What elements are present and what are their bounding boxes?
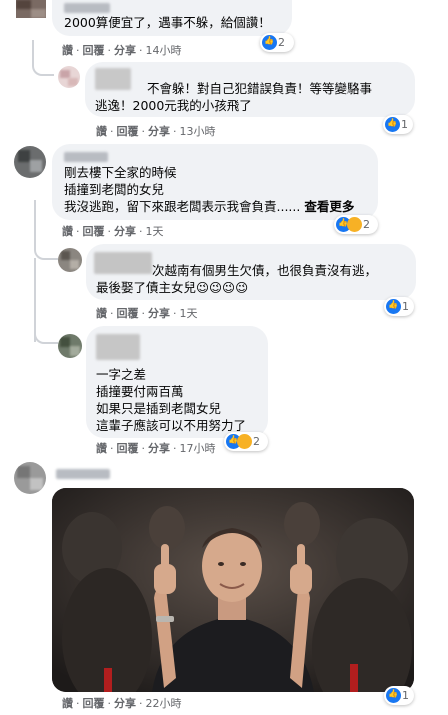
share-button[interactable]: 分享 bbox=[148, 442, 170, 455]
comment-text: 最後娶了債主女兒😉😉😉😉 bbox=[96, 280, 249, 295]
like-button[interactable]: 讚 bbox=[96, 307, 107, 320]
reply-button[interactable]: 回覆 bbox=[83, 44, 105, 57]
like-reaction-icon bbox=[385, 117, 400, 132]
comment-text: 插撞到老闆的女兒 bbox=[64, 182, 165, 197]
commenter-name[interactable] bbox=[64, 151, 108, 163]
reaction-count: 1 bbox=[402, 300, 409, 313]
reaction-summary[interactable]: 2 bbox=[260, 33, 294, 52]
timestamp[interactable]: 1天 bbox=[146, 225, 164, 238]
like-button[interactable]: 讚 bbox=[62, 44, 73, 57]
haha-reaction-icon bbox=[347, 217, 362, 232]
comment-actions: 讚 · 回覆 · 分享 · 17小時 bbox=[96, 442, 216, 455]
reply-button[interactable]: 回覆 bbox=[117, 442, 139, 455]
share-button[interactable]: 分享 bbox=[114, 697, 136, 710]
reply-button[interactable]: 回覆 bbox=[83, 225, 105, 238]
reaction-summary[interactable]: 2 bbox=[224, 432, 268, 451]
timestamp[interactable]: 22小時 bbox=[146, 697, 182, 710]
share-button[interactable]: 分享 bbox=[114, 44, 136, 57]
comment-actions: 讚 · 回覆 · 分享 · 13小時 bbox=[96, 125, 216, 138]
like-reaction-icon bbox=[262, 35, 277, 50]
avatar[interactable] bbox=[58, 334, 82, 358]
share-button[interactable]: 分享 bbox=[114, 225, 136, 238]
comment-text: 2000算便宜了，遇事不躲，給個讚！ bbox=[64, 15, 271, 30]
reaction-count: 1 bbox=[401, 118, 408, 131]
comment-text: 這輩子應該可以不用努力了 bbox=[96, 418, 247, 433]
comment-actions: 讚 · 回覆 · 分享 · 22小時 bbox=[62, 697, 182, 710]
avatar[interactable] bbox=[16, 0, 46, 18]
avatar[interactable] bbox=[58, 66, 80, 88]
reaction-summary[interactable]: 1 bbox=[383, 115, 413, 134]
reaction-count: 2 bbox=[253, 435, 260, 448]
like-button[interactable]: 讚 bbox=[96, 442, 107, 455]
comment-text: 一字之差 bbox=[96, 367, 147, 382]
commenter-name[interactable] bbox=[96, 334, 140, 360]
avatar[interactable] bbox=[14, 146, 46, 178]
like-button[interactable]: 讚 bbox=[62, 225, 73, 238]
reaction-summary[interactable]: 1 bbox=[384, 686, 414, 705]
reaction-count: 2 bbox=[363, 218, 370, 231]
comment-text: 不會躲！對自己犯錯誤負責！等等變駱事 bbox=[147, 81, 373, 96]
comment-text: 次越南有個男生欠債，也很負責沒有逃， bbox=[152, 263, 378, 278]
reply-button[interactable]: 回覆 bbox=[117, 307, 139, 320]
thumbs-up-gif-image bbox=[52, 488, 414, 692]
avatar[interactable] bbox=[58, 248, 82, 272]
like-button[interactable]: 讚 bbox=[62, 697, 73, 710]
like-reaction-icon bbox=[386, 299, 401, 314]
reaction-count: 2 bbox=[278, 36, 285, 49]
timestamp[interactable]: 13小時 bbox=[180, 125, 216, 138]
comment-actions: 讚 · 回覆 · 分享 · 14小時 bbox=[62, 44, 182, 57]
comment-text: 我沒逃跑，留下來跟老闆表示我會負責...... 查看更多 bbox=[64, 199, 355, 214]
comment-bubble: 次越南有個男生欠債，也很負責沒有逃， 最後娶了債主女兒😉😉😉😉 bbox=[86, 244, 416, 300]
comment-text: 剛去樓下全家的時候 bbox=[64, 165, 177, 180]
comment-bubble: 剛去樓下全家的時候 插撞到老闆的女兒 我沒逃跑，留下來跟老闆表示我會負責....… bbox=[52, 144, 378, 220]
share-button[interactable]: 分享 bbox=[148, 125, 170, 138]
like-button[interactable]: 讚 bbox=[96, 125, 107, 138]
reply-button[interactable]: 回覆 bbox=[83, 697, 105, 710]
reply-thread-line bbox=[32, 40, 54, 76]
timestamp[interactable]: 17小時 bbox=[180, 442, 216, 455]
gif-attachment[interactable] bbox=[52, 488, 414, 692]
commenter-name[interactable] bbox=[64, 2, 110, 14]
comment-text: 插撞要付兩百萬 bbox=[96, 384, 184, 399]
share-button[interactable]: 分享 bbox=[148, 307, 170, 320]
avatar[interactable] bbox=[14, 462, 46, 494]
reaction-count: 1 bbox=[402, 689, 409, 702]
commenter-name[interactable] bbox=[94, 252, 152, 274]
comment-text: 逃逸！2000元我的小孩飛了 bbox=[95, 98, 252, 113]
comment-bubble: 一字之差 插撞要付兩百萬 如果只是插到老闆女兒 這輩子應該可以不用努力了 bbox=[86, 326, 268, 438]
comment-bubble: 不會躲！對自己犯錯誤負責！等等變駱事 逃逸！2000元我的小孩飛了 bbox=[85, 62, 415, 117]
comment-text: 如果只是插到老闆女兒 bbox=[96, 401, 222, 416]
see-more-link[interactable]: 查看更多 bbox=[304, 199, 354, 214]
reaction-summary[interactable]: 2 bbox=[334, 215, 378, 234]
reply-button[interactable]: 回覆 bbox=[117, 125, 139, 138]
timestamp[interactable]: 1天 bbox=[180, 307, 198, 320]
reply-thread-line bbox=[34, 320, 58, 344]
commenter-name[interactable] bbox=[56, 468, 110, 480]
comment-bubble: 2000算便宜了，遇事不躲，給個讚！ bbox=[52, 0, 292, 36]
like-reaction-icon bbox=[386, 688, 401, 703]
wow-reaction-icon bbox=[237, 434, 252, 449]
comment-actions: 讚 · 回覆 · 分享 · 1天 bbox=[62, 225, 164, 238]
reaction-summary[interactable]: 1 bbox=[384, 297, 414, 316]
timestamp[interactable]: 14小時 bbox=[146, 44, 182, 57]
commenter-name[interactable] bbox=[95, 68, 131, 90]
comment-actions: 讚 · 回覆 · 分享 · 1天 bbox=[96, 307, 198, 320]
